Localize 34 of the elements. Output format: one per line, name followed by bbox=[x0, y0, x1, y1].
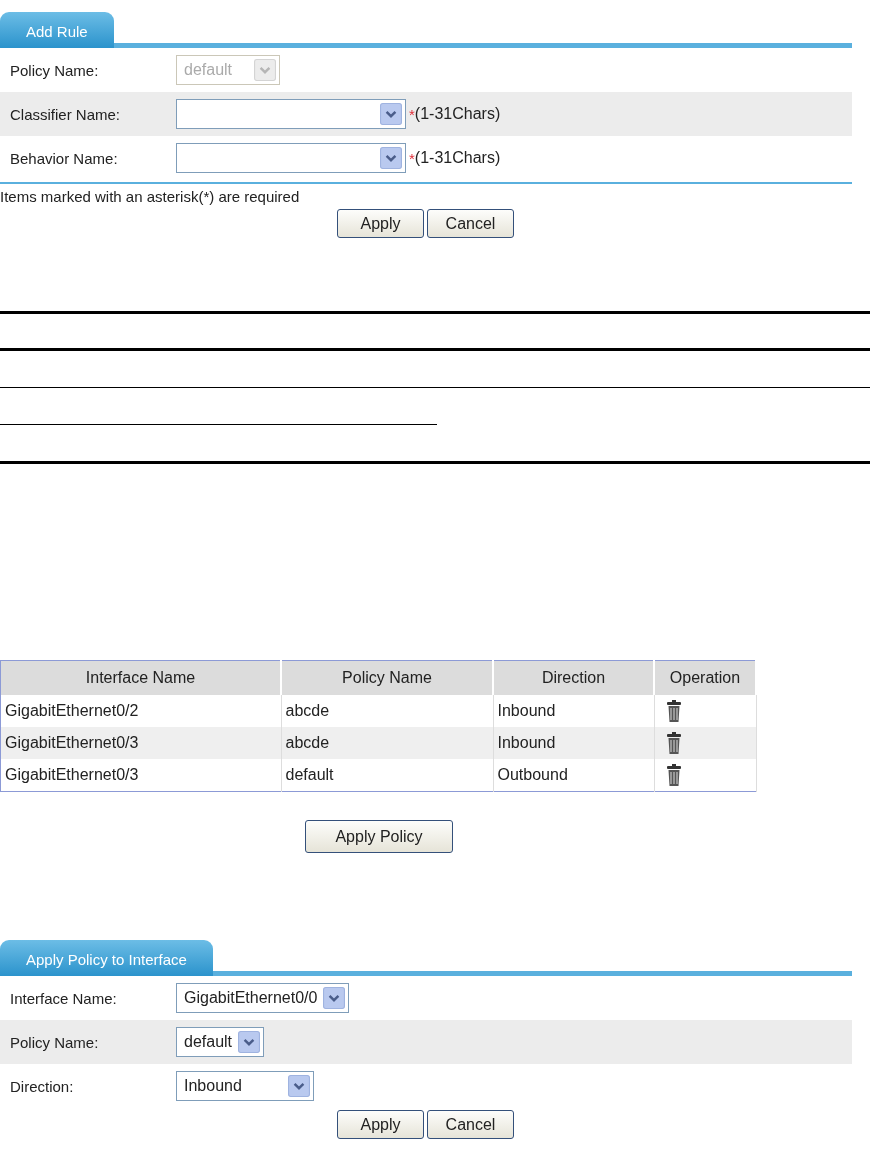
field-hint: (1-31Chars) bbox=[414, 149, 501, 167]
apply-policy-button[interactable]: Apply Policy bbox=[305, 820, 453, 853]
dropdown-field[interactable] bbox=[176, 143, 406, 173]
trash-icon[interactable] bbox=[666, 700, 681, 722]
form-button[interactable]: Cancel bbox=[427, 1110, 514, 1139]
table-cell: GigabitEthernet0/3 bbox=[0, 759, 281, 792]
column-header: Policy Name bbox=[281, 660, 493, 695]
form-button[interactable]: Apply bbox=[337, 209, 424, 238]
column-header: Interface Name bbox=[0, 660, 281, 695]
table-cell: GigabitEthernet0/3 bbox=[0, 727, 281, 759]
required-note: Items marked with an asterisk(*) are required bbox=[0, 188, 301, 205]
required-mark: * bbox=[409, 149, 415, 167]
dropdown-field[interactable]: GigabitEthernet0/0 bbox=[176, 983, 350, 1013]
field-label: Policy Name: bbox=[10, 1033, 100, 1051]
required-mark: * bbox=[409, 105, 415, 123]
field-label: Classifier Name: bbox=[10, 105, 122, 123]
dropdown-field[interactable] bbox=[176, 99, 406, 129]
trash-icon[interactable] bbox=[666, 732, 681, 754]
column-header: Direction bbox=[493, 660, 654, 695]
dropdown-field[interactable]: default bbox=[176, 1027, 265, 1057]
table-cell: default bbox=[281, 759, 493, 792]
table-cell: Outbound bbox=[493, 759, 654, 792]
table-cell: abcde bbox=[281, 727, 493, 759]
dropdown-field[interactable]: Inbound bbox=[176, 1071, 314, 1101]
form-button[interactable]: Apply bbox=[337, 1110, 424, 1139]
field-label: Direction: bbox=[10, 1077, 75, 1095]
field-label: Interface Name: bbox=[10, 989, 118, 1007]
field-label: Policy Name: bbox=[10, 61, 100, 79]
field-label: Behavior Name: bbox=[10, 149, 119, 167]
trash-icon[interactable] bbox=[666, 764, 681, 786]
field-hint: (1-31Chars) bbox=[414, 105, 501, 123]
table-cell: Inbound bbox=[493, 727, 654, 759]
column-header: Operation bbox=[654, 660, 756, 695]
form-button[interactable]: Cancel bbox=[427, 209, 514, 238]
